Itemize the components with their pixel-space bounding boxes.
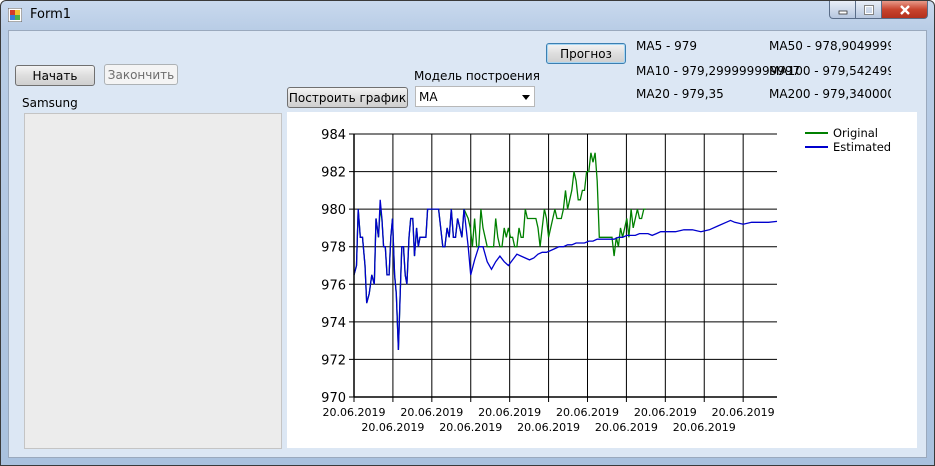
ma200-label: MA200 - 979,3400000000001 — [769, 87, 891, 101]
maximize-button[interactable] — [856, 1, 882, 19]
y-tick-label: 980 — [321, 203, 346, 218]
form-client-area: Начать Закончить Samsung Построить графи… — [8, 30, 927, 458]
y-tick-label: 984 — [321, 128, 346, 143]
ma50-label: MA50 - 978,9049999999999 — [769, 39, 891, 53]
model-select[interactable]: MA — [415, 86, 535, 107]
stock-label: Samsung — [22, 96, 78, 110]
x-tick-label: 20.06.2019 — [556, 406, 619, 419]
close-button[interactable] — [882, 1, 928, 19]
title-bar[interactable]: Form1 — [1, 1, 934, 29]
stop-button[interactable]: Закончить — [104, 64, 178, 85]
price-chart: 970 972 974 976 978 980 982 984 20.06.2019 20.06.… — [287, 112, 917, 448]
maximize-icon — [863, 4, 874, 15]
close-icon — [899, 4, 910, 15]
forecast-button[interactable]: Прогноз — [546, 43, 626, 64]
x-tick-label: 20.06.2019 — [439, 421, 502, 434]
plot-button[interactable]: Построить график — [287, 87, 408, 108]
app-icon — [8, 8, 22, 22]
legend-label-original: Original — [833, 126, 878, 140]
y-tick-label: 978 — [321, 241, 346, 256]
y-tick-label: 976 — [321, 278, 346, 293]
series-line-estimated — [353, 199, 778, 351]
x-tick-label: 20.06.2019 — [634, 406, 697, 419]
minimize-button[interactable] — [829, 1, 856, 19]
ma5-label: MA5 - 979 — [636, 39, 698, 53]
price-chart-svg: 970 972 974 976 978 980 982 984 20.06.2019 20.06.… — [321, 126, 891, 434]
start-button[interactable]: Начать — [15, 65, 95, 86]
y-tick-label: 974 — [321, 316, 346, 331]
y-tick-label: 970 — [321, 391, 346, 406]
x-tick-label: 20.06.2019 — [595, 421, 658, 434]
model-label: Модель построения — [414, 69, 540, 83]
model-select-value: MA — [419, 90, 438, 104]
chevron-down-icon — [522, 95, 530, 100]
ma20-label: MA20 - 979,35 — [636, 87, 724, 101]
minimize-icon — [838, 10, 847, 14]
x-tick-label: 20.06.2019 — [478, 406, 541, 419]
stock-panel — [24, 113, 282, 449]
legend-label-estimated: Estimated — [833, 140, 891, 154]
ma100-label: MA100 - 979,5424999999999 — [769, 64, 891, 78]
x-tick-label: 20.06.2019 — [517, 421, 580, 434]
x-tick-label: 20.06.2019 — [712, 406, 775, 419]
x-tick-label: 20.06.2019 — [400, 406, 463, 419]
x-tick-label: 20.06.2019 — [673, 421, 736, 434]
window-title: Form1 — [30, 7, 72, 22]
main-window: Form1 Начать Закончить Samsung Построить… — [0, 0, 935, 466]
x-tick-label: 20.06.2019 — [323, 406, 386, 419]
x-tick-label: 20.06.2019 — [361, 421, 424, 434]
y-tick-label: 982 — [321, 166, 346, 181]
caption-buttons — [829, 1, 928, 20]
y-tick-label: 972 — [321, 353, 346, 368]
